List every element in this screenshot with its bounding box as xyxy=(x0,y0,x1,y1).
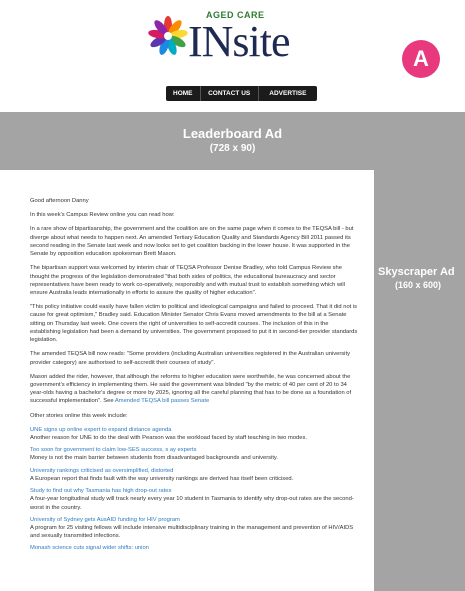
article-paragraph: In a rare show of bipartisanship, the go… xyxy=(30,226,354,258)
story-summary: Another reason for UNE to do the deal wi… xyxy=(30,435,308,442)
leaderboard-ad-title: Leaderboard Ad xyxy=(182,126,283,141)
article-paragraph: Mason added the rider, however, that alt… xyxy=(30,373,360,406)
story-item: University of Sydney gets AusAID funding… xyxy=(30,516,360,541)
story-title-link[interactable]: University rankings criticised as oversi… xyxy=(30,467,360,475)
story-title-link[interactable]: Too soon for government to claim low-SES… xyxy=(30,446,360,454)
story-title-link[interactable]: University of Sydney gets AusAID funding… xyxy=(30,516,360,524)
story-item: Monash science cuts signal wider shifts:… xyxy=(30,544,360,552)
skyscraper-ad-title: Skyscraper Ad xyxy=(378,266,455,278)
skyscraper-ad[interactable]: Skyscraper Ad (160 x 600) xyxy=(374,168,465,591)
nav-home-link[interactable]: HOME xyxy=(166,86,201,101)
nav-contact-link[interactable]: CONTACT US xyxy=(201,86,259,101)
site-logo[interactable]: AGED CARE INsite xyxy=(148,10,318,72)
skyscraper-ad-size: (160 x 600) xyxy=(395,280,442,290)
article-paragraph: The amended TEQSA bill now reads: "Some … xyxy=(30,351,350,366)
story-summary: Money is not the main barrier between st… xyxy=(30,455,279,462)
flower-logo-icon xyxy=(148,16,188,55)
top-nav: HOME CONTACT US ADVERTISE xyxy=(166,86,317,101)
story-title-link[interactable]: Monash science cuts signal wider shifts:… xyxy=(30,544,360,552)
intro-text: In this week's Campus Review online you … xyxy=(30,212,175,219)
page: AGED CARE INsite A HOME CONTACT US ADVER… xyxy=(0,0,465,591)
nav-advertise-link[interactable]: ADVERTISE xyxy=(259,86,317,101)
story-item: University rankings criticised as oversi… xyxy=(30,467,360,483)
story-summary: A program for 25 visiting fellows will i… xyxy=(30,525,354,540)
story-summary: A four-year longitudinal study will trac… xyxy=(30,496,354,511)
story-item: UNE signs up online expert to expand dis… xyxy=(30,426,360,442)
article-paragraph: The bipartisan support was welcomed by i… xyxy=(30,265,346,296)
story-item: Too soon for government to claim low-SES… xyxy=(30,446,360,462)
greeting: Good afternoon Danny xyxy=(30,198,89,204)
other-stories-intro: Other stories online this week include: xyxy=(30,412,128,419)
newsletter-body: Good afternoon Danny In this week's Camp… xyxy=(30,197,360,557)
teqsa-article-link[interactable]: Amended TEQSA bill passes Senate xyxy=(115,398,209,404)
story-item: Study to find out why Tasmania has high … xyxy=(30,487,360,512)
marker-badge: A xyxy=(402,40,440,78)
story-title-link[interactable]: Study to find out why Tasmania has high … xyxy=(30,487,360,495)
leaderboard-ad[interactable]: Leaderboard Ad (728 x 90) xyxy=(0,112,465,170)
leaderboard-ad-size: (728 x 90) xyxy=(209,143,256,154)
site-header: AGED CARE INsite A HOME CONTACT US ADVER… xyxy=(0,0,465,106)
story-title-link[interactable]: UNE signs up online expert to expand dis… xyxy=(30,426,360,434)
story-summary: A European report that finds fault with … xyxy=(30,475,294,482)
article-paragraph: "This policy initiative could easily hav… xyxy=(30,304,358,344)
logo-wordmark: INsite xyxy=(188,17,291,66)
